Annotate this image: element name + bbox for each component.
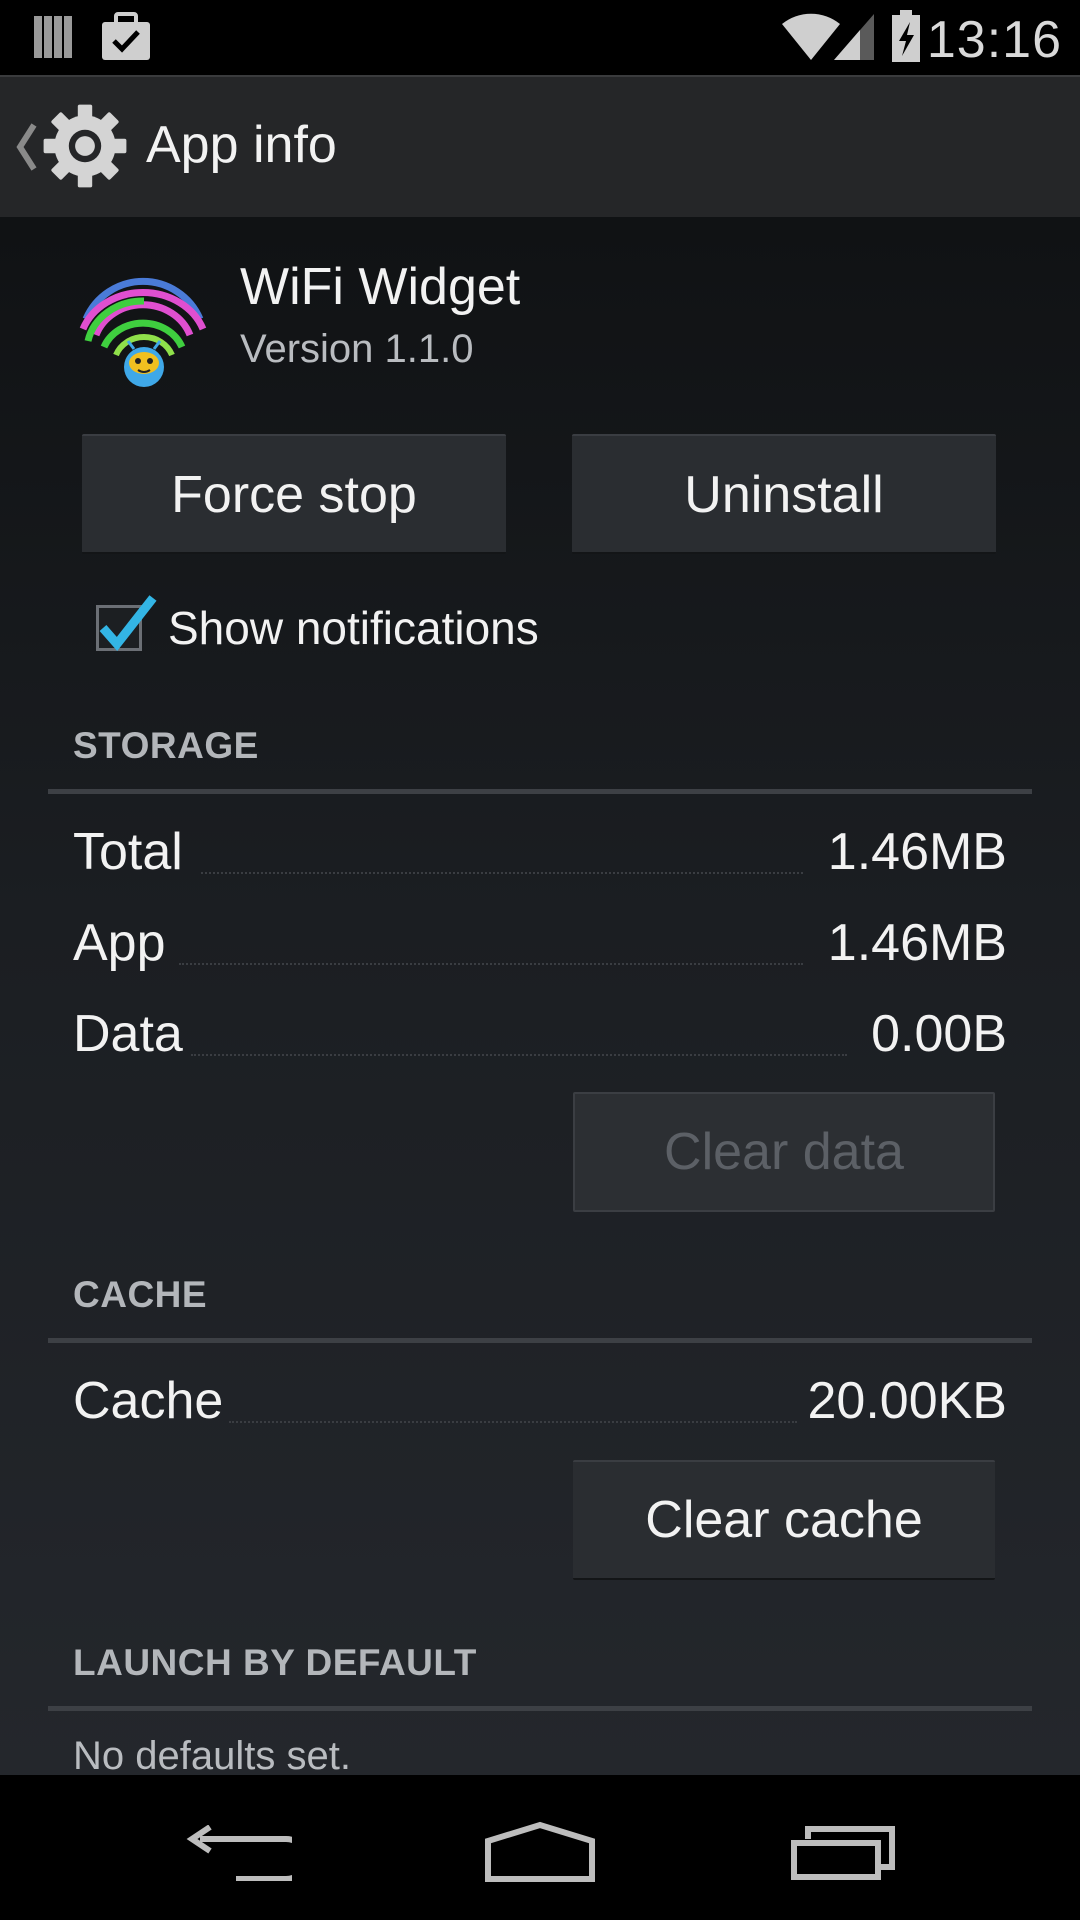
status-time: 13:16 <box>926 11 1062 69</box>
launch-by-default-divider <box>48 1706 1032 1711</box>
storage-row-app: App 1.46MB <box>73 913 1007 983</box>
clear-cache-button[interactable]: Clear cache <box>573 1460 995 1580</box>
cache-row: Cache 20.00KB <box>73 1371 1007 1441</box>
cache-divider <box>48 1338 1032 1343</box>
battery-charging-icon <box>892 10 920 62</box>
cell-signal-icon <box>834 14 874 60</box>
action-bar-title: App info <box>146 116 337 174</box>
storage-row-data: Data 0.00B <box>73 1004 1007 1074</box>
dotted-leader <box>229 1421 797 1423</box>
back-chevron-icon[interactable] <box>10 117 40 177</box>
sim-cards-icon <box>34 16 72 58</box>
no-defaults-text: No defaults set. <box>73 1734 351 1775</box>
storage-data-value: 0.00B <box>871 1005 1007 1063</box>
cache-section-header: CACHE <box>73 1274 208 1315</box>
storage-app-value: 1.46MB <box>827 914 1007 972</box>
home-icon[interactable] <box>484 1821 596 1883</box>
dotted-leader <box>179 963 803 965</box>
launch-by-default-header: LAUNCH BY DEFAULT <box>73 1642 477 1683</box>
cache-label: Cache <box>73 1372 224 1430</box>
gear-icon <box>43 104 127 188</box>
navigation-bar <box>0 1775 1080 1920</box>
show-notifications-checkbox[interactable] <box>96 595 157 652</box>
storage-total-label: Total <box>73 823 183 881</box>
app-version: Version 1.1.0 <box>240 327 474 371</box>
dotted-leader <box>191 1054 847 1056</box>
storage-section-header: STORAGE <box>73 725 259 766</box>
recent-apps-icon[interactable] <box>790 1825 896 1881</box>
cache-value: 20.00KB <box>807 1372 1008 1430</box>
back-icon[interactable] <box>186 1825 292 1881</box>
uninstall-button[interactable]: Uninstall <box>572 434 996 554</box>
app-name: WiFi Widget <box>240 258 521 316</box>
clear-data-button[interactable]: Clear data <box>573 1092 995 1212</box>
storage-app-label: App <box>73 914 166 972</box>
app-info-content[interactable]: WiFi Widget Version 1.1.0 Force stop Uni… <box>0 217 1080 1775</box>
dotted-leader <box>201 872 803 874</box>
status-bar: 13:16 <box>0 0 1080 75</box>
action-bar[interactable]: App info <box>0 75 1080 217</box>
briefcase-check-icon <box>102 12 150 60</box>
storage-total-value: 1.46MB <box>827 823 1007 881</box>
storage-divider <box>48 789 1032 794</box>
screen: 13:16 App info WiFi Widget Version 1.1.0… <box>0 0 1080 1920</box>
force-stop-button[interactable]: Force stop <box>82 434 506 554</box>
wifi-widget-app-icon <box>79 277 207 387</box>
storage-row-total: Total 1.46MB <box>73 822 1007 892</box>
checkmark-icon <box>99 595 157 652</box>
show-notifications-label[interactable]: Show notifications <box>168 601 539 655</box>
storage-data-label: Data <box>73 1005 183 1063</box>
